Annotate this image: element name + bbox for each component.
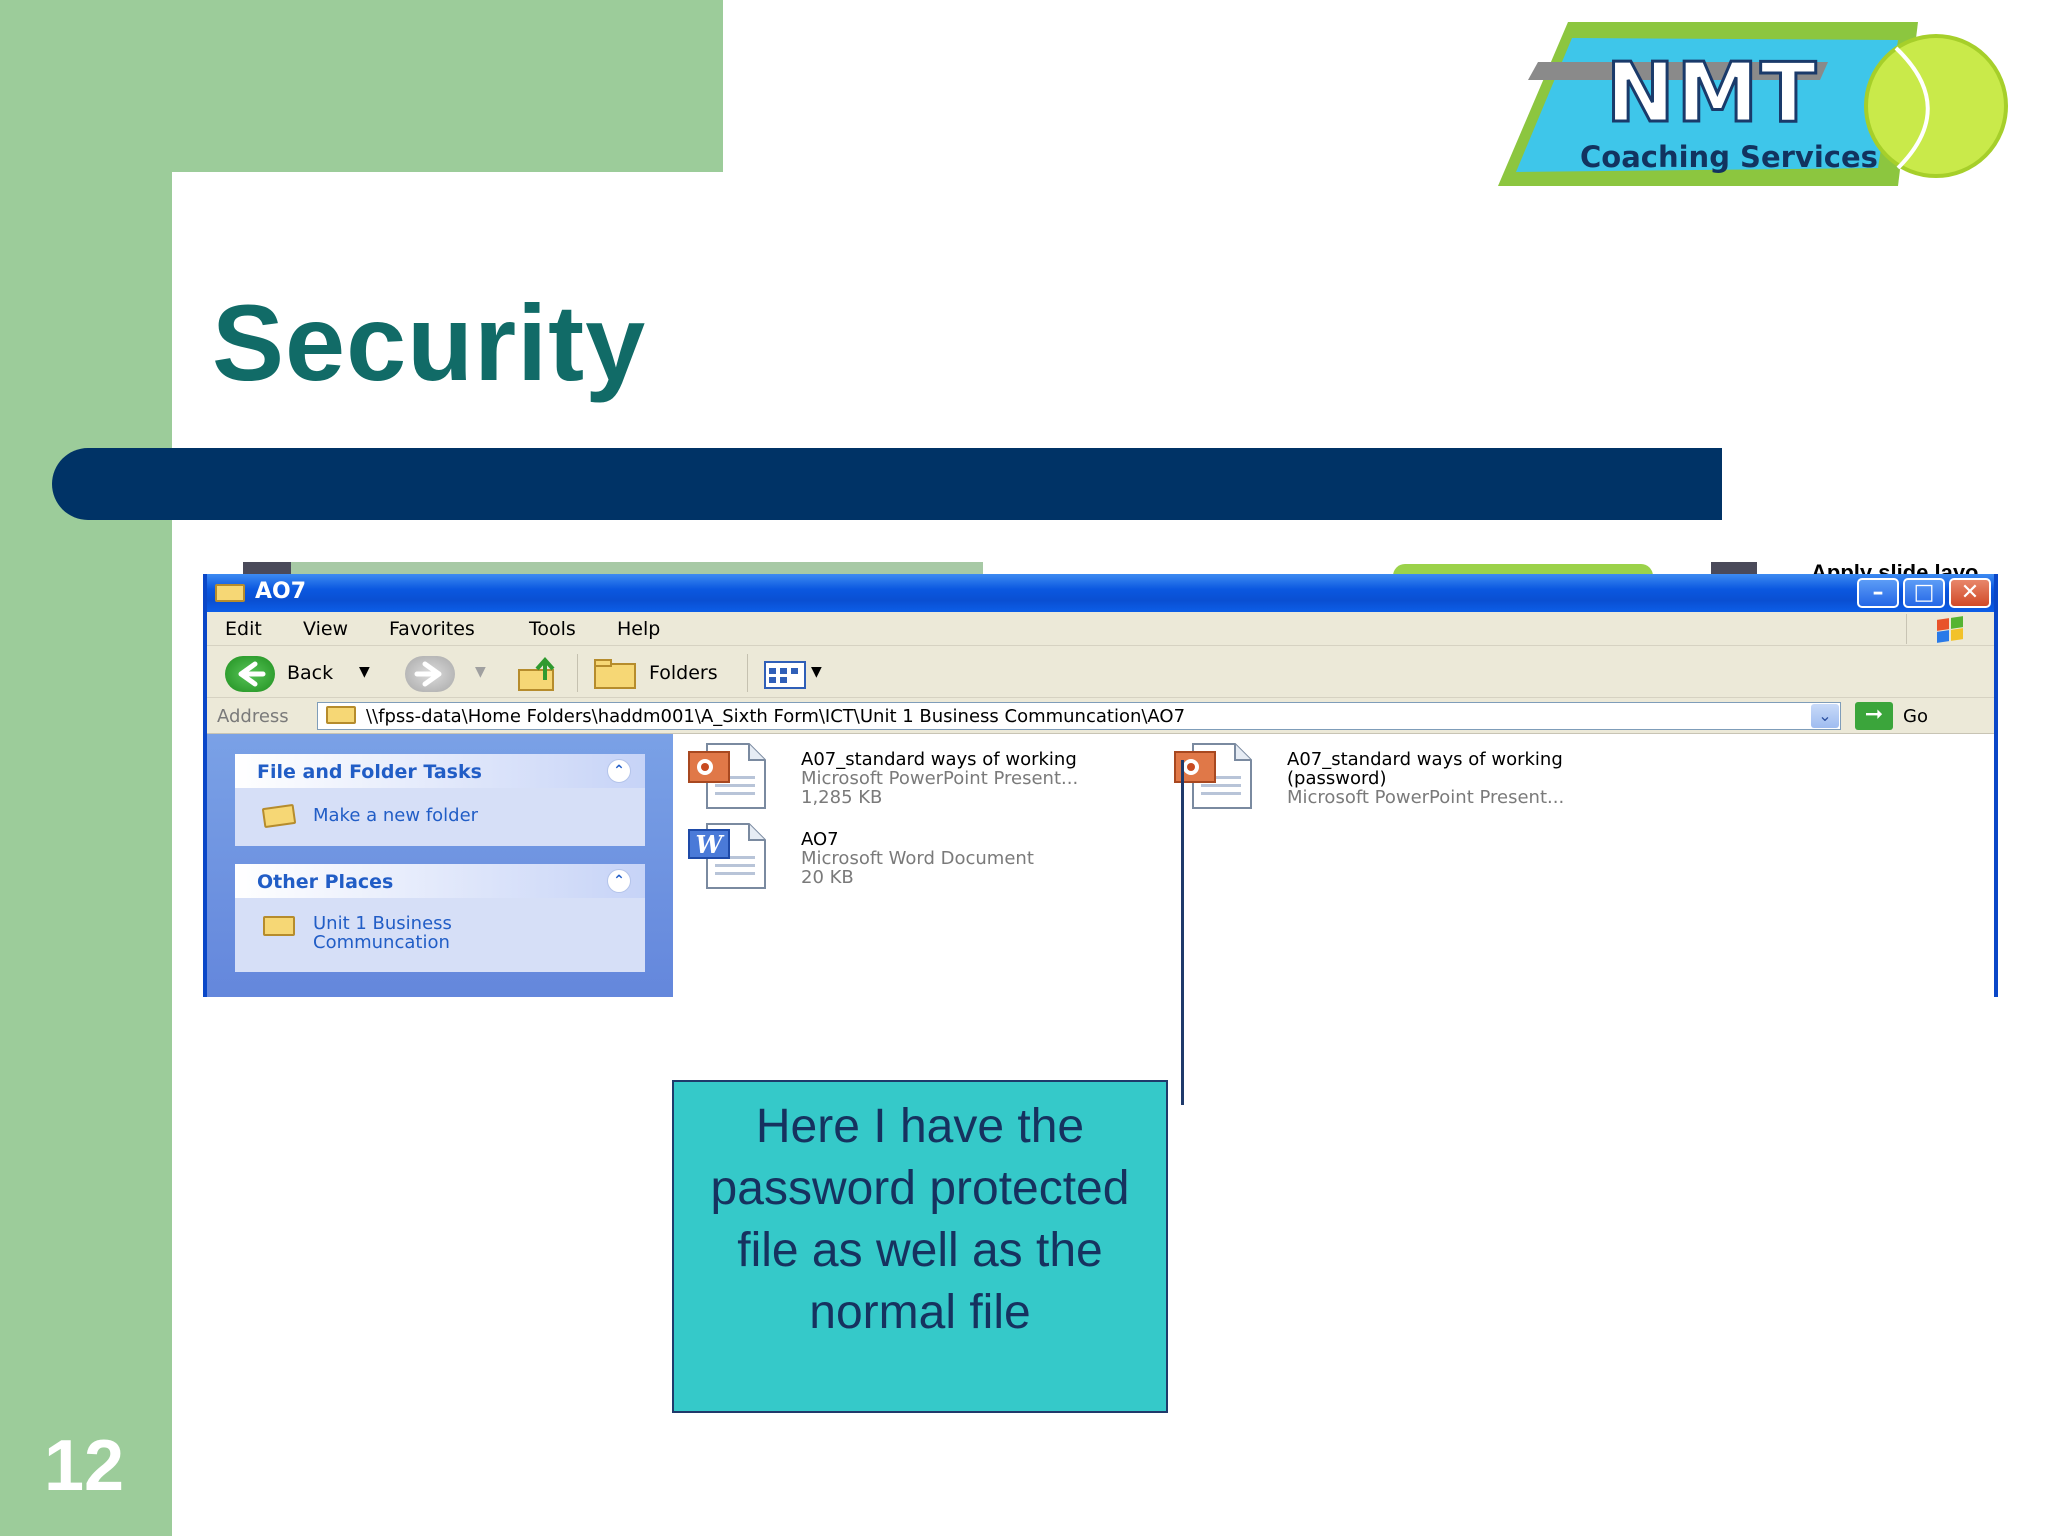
windows-logo-icon [1906,614,1992,644]
make-new-folder-link[interactable]: Make a new folder [313,806,478,825]
file-folder-tasks-panel: File and Folder Tasks ⌃ Make a new folde… [235,754,645,846]
address-input[interactable]: \\fpss-data\Home Folders\haddm001\A_Sixt… [317,702,1841,730]
top-green-band [0,0,723,172]
toolbar-separator [747,654,748,692]
file-size: 1,285 KB [801,787,883,808]
go-arrow-icon: ➞ [1864,702,1884,727]
callout-line-4: normal file [809,1286,1031,1339]
back-dropdown-icon[interactable]: ▼ [359,664,370,680]
address-value: \\fpss-data\Home Folders\haddm001\A_Sixt… [366,706,1186,727]
file-type: Microsoft Word Document [801,848,1034,869]
folder-icon [215,584,245,602]
menu-edit[interactable]: Edit [225,618,262,640]
collapse-chevron-icon[interactable]: ⌃ [607,759,631,783]
menu-tools[interactable]: Tools [529,618,576,640]
callout-box: Here I have the password protected file … [672,1080,1168,1413]
logo-subtitle: Coaching Services [1580,140,1878,174]
file-item-standard-ways[interactable]: A07_standard ways of working Microsoft P… [687,742,1078,809]
minimize-button[interactable]: – [1857,578,1899,608]
views-icon [764,661,806,689]
file-list: A07_standard ways of working Microsoft P… [673,734,1994,997]
powerpoint-file-icon [688,743,766,809]
file-name: A07_standard ways of working [1287,749,1563,770]
svg-text:W: W [696,830,725,859]
collapse-chevron-icon[interactable]: ⌃ [607,869,631,893]
window-titlebar[interactable]: AO7 – □ ✕ [207,574,1994,612]
task-pane: File and Folder Tasks ⌃ Make a new folde… [207,734,673,997]
back-arrow-icon [238,661,266,687]
folder-icon [263,916,295,936]
forward-button[interactable] [405,656,455,692]
address-dropdown-button[interactable]: ⌄ [1811,704,1839,728]
go-label[interactable]: Go [1903,706,1928,727]
file-size: 20 KB [801,867,854,888]
other-places-panel: Other Places ⌃ Unit 1 Business Communcat… [235,864,645,972]
callout-line-2: password protected [710,1162,1130,1215]
file-item-ao7[interactable]: W AO7 Microsoft Word Document 20 KB [687,822,1057,889]
file-folder-tasks-header[interactable]: File and Folder Tasks ⌃ [235,754,645,788]
window-title: AO7 [255,579,307,604]
left-green-band [0,0,172,1536]
address-label: Address [217,706,289,727]
up-folder-icon [518,656,555,691]
tasks-header-label: File and Folder Tasks [257,761,482,783]
link-line-2: Communcation [313,932,450,953]
folders-icon [594,659,636,689]
callout-pointer-line [1181,760,1184,1105]
unit-1-business-link[interactable]: Unit 1 Business Communcation [313,914,452,952]
views-button[interactable] [763,656,815,692]
slide-title: Security [212,282,647,403]
menu-help[interactable]: Help [617,618,660,640]
views-dropdown-icon[interactable]: ▼ [811,664,822,680]
back-button[interactable] [225,656,275,692]
file-type: Microsoft PowerPoint Present... [1287,787,1565,808]
other-places-header-label: Other Places [257,871,394,893]
back-label: Back [287,662,334,684]
logo-wordmark: NMT [1604,45,1819,143]
close-button[interactable]: ✕ [1949,578,1991,608]
maximize-button[interactable]: □ [1903,578,1945,608]
menu-bar: Edit View Favorites Tools Help [207,612,1994,646]
title-underline-bar [52,448,1722,520]
forward-dropdown-icon[interactable]: ▼ [475,664,486,680]
powerpoint-file-icon [1174,743,1252,809]
file-name-line-2: (password) [1287,768,1387,789]
up-folder-button[interactable] [517,656,561,692]
folders-button[interactable] [591,656,643,692]
new-folder-icon [261,803,297,829]
file-item-standard-ways-password[interactable]: A07_standard ways of working (password) … [1173,742,1613,809]
minimize-icon: – [1872,580,1884,605]
menu-view[interactable]: View [303,618,348,640]
explorer-window: AO7 – □ ✕ Edit View Favorites Tools Help… [203,574,1998,997]
slide-number: 12 [44,1426,125,1506]
go-button[interactable]: ➞ [1855,702,1893,730]
forward-arrow-icon [414,661,442,687]
word-file-icon: W [688,823,766,889]
file-name: AO7 [801,829,839,850]
callout-line-3: file as well as the [737,1224,1103,1277]
nmt-logo: NMT Coaching Services [1498,18,2022,188]
link-line-1: Unit 1 Business [313,913,452,934]
chevron-down-icon: ⌄ [1818,706,1832,725]
folder-icon [326,706,356,724]
folders-label: Folders [649,662,718,684]
callout-line-1: Here I have the [755,1100,1085,1153]
file-type: Microsoft PowerPoint Present... [801,768,1079,789]
maximize-icon: □ [1913,580,1935,605]
other-places-header[interactable]: Other Places ⌃ [235,864,645,898]
close-icon: ✕ [1960,580,1980,605]
address-bar: Address \\fpss-data\Home Folders\haddm00… [207,698,1994,734]
standard-toolbar: Back ▼ ▼ Folders ▼ [207,646,1994,698]
file-name: A07_standard ways of working [801,749,1077,770]
menu-favorites[interactable]: Favorites [389,618,475,640]
toolbar-separator [577,654,578,692]
